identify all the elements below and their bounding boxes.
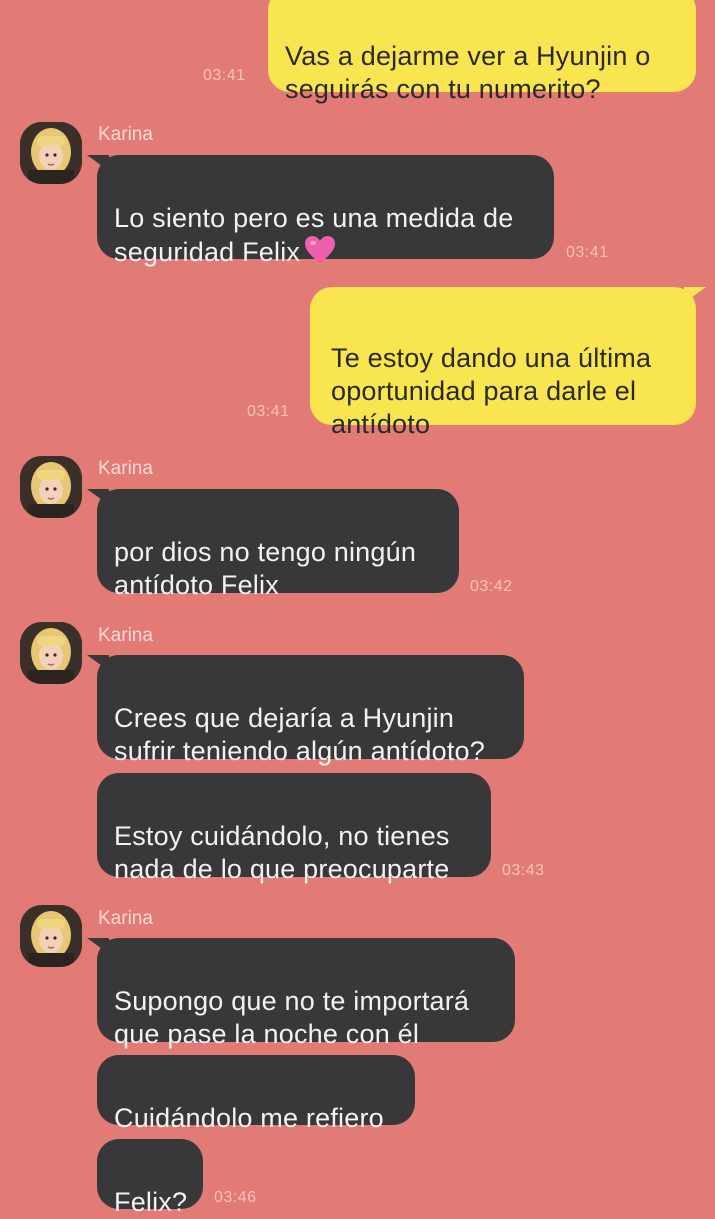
sender-name: Karina xyxy=(98,124,153,145)
sender-name: Karina xyxy=(98,625,153,646)
incoming-message[interactable]: Crees que dejaría a Hyunjin sufrir tenie… xyxy=(87,655,524,766)
message-text: Supongo que no te importará que pase la … xyxy=(114,986,470,1049)
incoming-message[interactable]: Supongo que no te importará que pase la … xyxy=(87,938,515,1049)
message-timestamp: 03:41 xyxy=(247,403,290,420)
sender-name: Karina xyxy=(98,908,153,929)
pink-heart-icon xyxy=(304,235,336,273)
message-timestamp: 03:41 xyxy=(566,244,609,261)
incoming-message[interactable]: Felix? xyxy=(97,1139,203,1217)
message-timestamp: 03:41 xyxy=(203,67,246,84)
contact-avatar[interactable] xyxy=(20,456,82,518)
incoming-message[interactable]: Cuidándolo me refiero xyxy=(97,1055,415,1133)
message-text: Crees que dejaría a Hyunjin sufrir tenie… xyxy=(114,703,485,766)
contact-avatar[interactable] xyxy=(20,905,82,967)
message-text: Estoy cuidándolo, no tienes nada de lo q… xyxy=(114,821,450,884)
outgoing-message[interactable]: Vas a dejarme ver a Hyunjin o seguirás c… xyxy=(268,0,706,104)
outgoing-message[interactable]: Te estoy dando una última oportunidad pa… xyxy=(310,287,706,439)
message-timestamp: 03:43 xyxy=(502,862,545,879)
message-text: Felix? xyxy=(114,1187,188,1217)
incoming-message[interactable]: Estoy cuidándolo, no tienes nada de lo q… xyxy=(97,773,491,884)
incoming-message[interactable]: por dios no tengo ningún antídoto Felix xyxy=(87,489,459,600)
message-timestamp: 03:46 xyxy=(214,1189,257,1206)
message-text: Cuidándolo me refiero xyxy=(114,1103,384,1133)
contact-avatar[interactable] xyxy=(20,122,82,184)
message-text: por dios no tengo ningún antídoto Felix xyxy=(114,537,417,600)
contact-avatar[interactable] xyxy=(20,622,82,684)
message-timestamp: 03:42 xyxy=(470,578,513,595)
sender-name: Karina xyxy=(98,458,153,479)
incoming-message[interactable]: Lo siento pero es una medida de segurida… xyxy=(87,155,554,267)
message-text: Te estoy dando una última oportunidad pa… xyxy=(331,343,652,439)
message-text: Vas a dejarme ver a Hyunjin o seguirás c… xyxy=(285,41,651,104)
